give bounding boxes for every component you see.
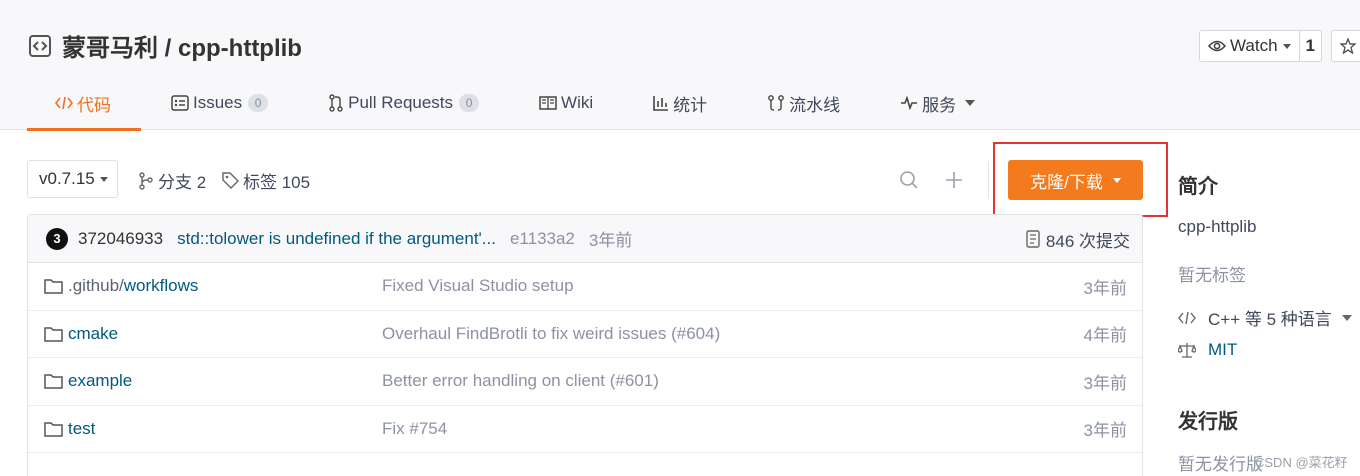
chevron-down-icon <box>965 100 976 106</box>
pull-request-icon <box>328 94 344 112</box>
repo-tabs: 代码 Issues 0 Pull Requests 0 Wiki 统计 流水线 … <box>27 76 1005 131</box>
branches-label: 分支 2 <box>158 173 207 192</box>
issues-count-badge: 0 <box>248 94 269 112</box>
file-name: workflows <box>123 276 199 296</box>
bar-chart-icon <box>653 95 669 111</box>
star-button[interactable] <box>1331 30 1360 62</box>
tab-stats[interactable]: 统计 <box>623 76 737 130</box>
table-row: test Fix #754 3年前 <box>28 406 1142 453</box>
commit-sha[interactable]: e1133a2 <box>510 229 575 249</box>
tab-pull-requests-label: Pull Requests <box>348 93 454 112</box>
tab-issues[interactable]: Issues 0 <box>141 76 298 130</box>
no-release-text: 暂无发行版 <box>1178 455 1263 474</box>
book-icon <box>539 95 557 111</box>
branch-select[interactable]: v0.7.15 <box>27 160 118 198</box>
releases-heading: 发行版 <box>1178 411 1238 433</box>
tab-wiki[interactable]: Wiki <box>509 76 623 130</box>
tab-code-label: 代码 <box>77 95 111 115</box>
search-icon[interactable] <box>899 170 919 190</box>
file-commit-message[interactable]: Better error handling on client (#601) <box>382 371 659 391</box>
table-row: cmake Overhaul FindBrotli to fix weird i… <box>28 311 1142 358</box>
license-label: MIT <box>1208 340 1238 359</box>
tab-issues-label: Issues <box>193 93 243 112</box>
watch-button[interactable]: Watch <box>1200 31 1300 61</box>
tags-label: 标签 105 <box>243 173 311 192</box>
history-icon <box>1026 230 1040 248</box>
latest-commit-row: 3 372046933 std::tolower is undefined if… <box>28 215 1142 263</box>
repo-title-text: 蒙哥马利 / cpp-httplib <box>62 35 302 62</box>
repo-header: 蒙哥马利 / cpp-httplib Watch 1 代码 Issues 0 P… <box>0 0 1360 131</box>
table-row: .github/workflows Fixed Visual Studio se… <box>28 263 1142 311</box>
intro-heading: 简介 <box>1178 176 1218 198</box>
tab-stats-label: 统计 <box>673 95 708 115</box>
file-name-link[interactable]: cmake <box>44 324 118 344</box>
file-name-link[interactable]: example <box>44 371 132 391</box>
file-table: 3 372046933 std::tolower is undefined if… <box>27 214 1143 476</box>
chevron-down-icon <box>99 176 108 182</box>
tab-pipeline[interactable]: 流水线 <box>737 76 870 130</box>
tab-pipeline-label: 流水线 <box>789 95 841 115</box>
branches-link[interactable]: 分支 2 <box>138 168 206 193</box>
tab-services-label: 服务 <box>922 95 957 115</box>
chevron-down-icon <box>1341 314 1352 321</box>
pull-requests-count-badge: 0 <box>459 94 480 112</box>
file-name-link[interactable]: test <box>44 419 95 439</box>
file-commit-time: 3年前 <box>1083 421 1127 441</box>
repo-description: cpp-httplib <box>1178 217 1257 236</box>
license-link[interactable]: MIT <box>1178 340 1237 360</box>
tags-link[interactable]: 标签 105 <box>222 168 310 193</box>
languages-dropdown[interactable]: C++ 等 5 种语言 <box>1178 305 1352 330</box>
folder-icon <box>44 422 63 437</box>
file-commit-time: 4年前 <box>1083 326 1127 346</box>
repo-code-icon <box>29 34 51 57</box>
eye-icon <box>1208 40 1226 52</box>
tab-code[interactable]: 代码 <box>27 76 141 131</box>
file-dir-prefix: .github/ <box>68 276 124 296</box>
commit-time: 3年前 <box>588 231 633 250</box>
commit-message[interactable]: std::tolower is undefined if the argumen… <box>177 229 496 249</box>
table-row: example Better error handling on client … <box>28 358 1142 406</box>
code-icon <box>1178 311 1196 324</box>
tag-icon <box>222 172 239 189</box>
branch-select-value: v0.7.15 <box>39 169 95 188</box>
folder-icon <box>44 327 63 342</box>
tab-pull-requests[interactable]: Pull Requests 0 <box>298 76 509 130</box>
folder-icon <box>44 279 63 294</box>
commit-author[interactable]: 372046933 <box>78 229 163 249</box>
scale-icon <box>1178 343 1196 358</box>
repo-title[interactable]: 蒙哥马利 / cpp-httplib <box>28 28 302 63</box>
pulse-icon <box>900 96 918 110</box>
no-tags-text: 暂无标签 <box>1178 266 1246 285</box>
pipeline-icon <box>767 94 785 112</box>
file-commit-time: 3年前 <box>1083 373 1127 393</box>
tab-wiki-label: Wiki <box>561 93 594 112</box>
languages-label: C++ 等 5 种语言 <box>1208 310 1332 329</box>
divider <box>988 162 989 198</box>
commit-count-link[interactable]: 846 次提交 <box>1026 215 1130 263</box>
file-commit-message[interactable]: Fix #754 <box>382 419 447 439</box>
watch-label: Watch <box>1230 36 1278 55</box>
file-commit-time: 3年前 <box>1083 278 1127 298</box>
tab-services[interactable]: 服务 <box>870 76 1005 130</box>
commit-count-label: 846 次提交 <box>1045 231 1130 251</box>
file-name: cmake <box>68 323 119 343</box>
file-commit-message[interactable]: Overhaul FindBrotli to fix weird issues … <box>382 324 720 344</box>
chevron-down-icon <box>1282 43 1291 49</box>
avatar[interactable]: 3 <box>46 227 68 250</box>
code-icon <box>55 95 73 111</box>
annotation-highlight-box <box>993 142 1168 217</box>
watermark: CSDN @菜花籽 <box>1255 455 1348 470</box>
branch-icon <box>139 171 153 190</box>
add-file-icon[interactable] <box>944 170 964 190</box>
watch-group: Watch 1 <box>1199 30 1323 62</box>
watch-count[interactable]: 1 <box>1300 31 1321 61</box>
folder-icon <box>44 374 63 389</box>
issues-icon <box>171 95 189 111</box>
file-commit-message[interactable]: Fixed Visual Studio setup <box>382 276 574 296</box>
file-name: test <box>68 418 96 438</box>
star-icon <box>1340 38 1356 54</box>
file-name-link[interactable]: .github/workflows <box>44 276 198 296</box>
file-name: example <box>68 371 133 391</box>
